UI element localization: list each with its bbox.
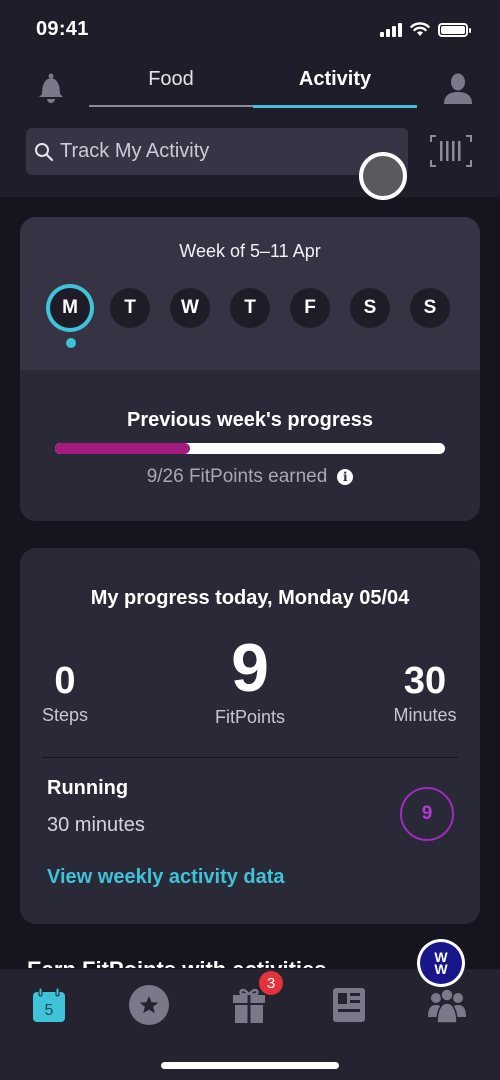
day-button-friday[interactable]: F (290, 288, 330, 328)
news-icon (333, 988, 365, 1022)
fitpoints-label: FitPoints (214, 707, 286, 727)
progress-fill (55, 443, 190, 454)
search-icon (35, 142, 54, 161)
day-button-wednesday[interactable]: W (170, 288, 210, 328)
activity-name[interactable]: Running (47, 777, 128, 800)
calendar-day-number: 5 (45, 1002, 54, 1019)
day-button-tuesday[interactable]: T (110, 288, 150, 328)
home-indicator[interactable] (161, 1062, 339, 1069)
minutes-value: 30 (403, 660, 447, 702)
barcode-scanner-icon[interactable] (430, 135, 472, 167)
today-progress-card: My progress today, Monday 05/04 0 Steps … (20, 548, 480, 924)
fitpoints-value: 9 (231, 630, 269, 706)
status-bar: 09:41 (0, 0, 500, 60)
week-card: Week of 5–11 Apr M T W T F S S Previous … (20, 217, 480, 521)
search-input[interactable] (60, 140, 360, 163)
minutes-stat: 30 Minutes (380, 660, 470, 726)
info-icon[interactable]: i (337, 469, 354, 485)
week-selector: Week of 5–11 Apr M T W T F S S (20, 217, 480, 370)
previous-week-title: Previous week's progress (127, 409, 373, 431)
calendar-icon: 5 (33, 987, 65, 1022)
battery-icon (438, 22, 471, 37)
steps-label: Steps (41, 705, 89, 725)
food-activity-tabs: Food Activity (89, 62, 417, 108)
activity-duration: 30 minutes (47, 814, 145, 836)
section-heading: Earn FitPoints with activities (27, 958, 327, 968)
logo-letter: W (434, 961, 448, 977)
day-button-thursday[interactable]: T (230, 288, 270, 328)
day-button-sunday[interactable]: S (410, 288, 450, 328)
header-area: 09:41 Food Activity (0, 0, 500, 200)
rewards-notification-badge: 3 (259, 971, 283, 995)
activity-dot-indicator (66, 338, 76, 348)
steps-value: 0 (54, 660, 76, 702)
fitpoints-stat: 9 FitPoints (200, 631, 300, 728)
today-title: My progress today, Monday 05/04 (90, 587, 410, 609)
touch-indicator (359, 152, 407, 200)
divider (42, 757, 458, 758)
day-button-saturday[interactable]: S (350, 288, 390, 328)
profile-icon[interactable] (443, 72, 473, 104)
search-bar[interactable] (26, 128, 408, 175)
steps-stat: 0 Steps (40, 660, 90, 726)
tab-activity[interactable]: Activity (253, 62, 417, 108)
status-time: 09:41 (36, 18, 89, 40)
fitpoints-earned-text: 9/26 FitPoints earned (146, 466, 328, 487)
minutes-label: Minutes (393, 705, 457, 725)
star-icon (129, 985, 169, 1025)
notifications-bell-icon[interactable] (36, 72, 66, 104)
community-icon (428, 988, 466, 1023)
fitpoints-earned-row: 9/26 FitPoints earned i (20, 466, 480, 488)
previous-week-progress-bar (55, 443, 445, 454)
ww-logo-button[interactable]: W W (417, 939, 465, 987)
wifi-icon (410, 22, 430, 36)
day-button-monday[interactable]: M (50, 288, 90, 328)
tab-food[interactable]: Food (89, 62, 253, 107)
activity-points-badge: 9 (400, 787, 454, 841)
view-weekly-activity-link[interactable]: View weekly activity data (47, 866, 285, 889)
nav-favorites[interactable] (127, 985, 171, 1025)
day-selector: M T W T F S S (50, 288, 450, 328)
week-title: Week of 5–11 Apr (179, 241, 321, 261)
status-icons (380, 22, 471, 37)
nav-community[interactable] (425, 985, 469, 1025)
gift-icon (233, 988, 265, 1023)
ww-logo: W W (420, 942, 462, 984)
nav-articles[interactable] (327, 985, 371, 1025)
cellular-signal-icon (380, 22, 402, 37)
nav-my-day[interactable]: 5 (27, 985, 71, 1025)
